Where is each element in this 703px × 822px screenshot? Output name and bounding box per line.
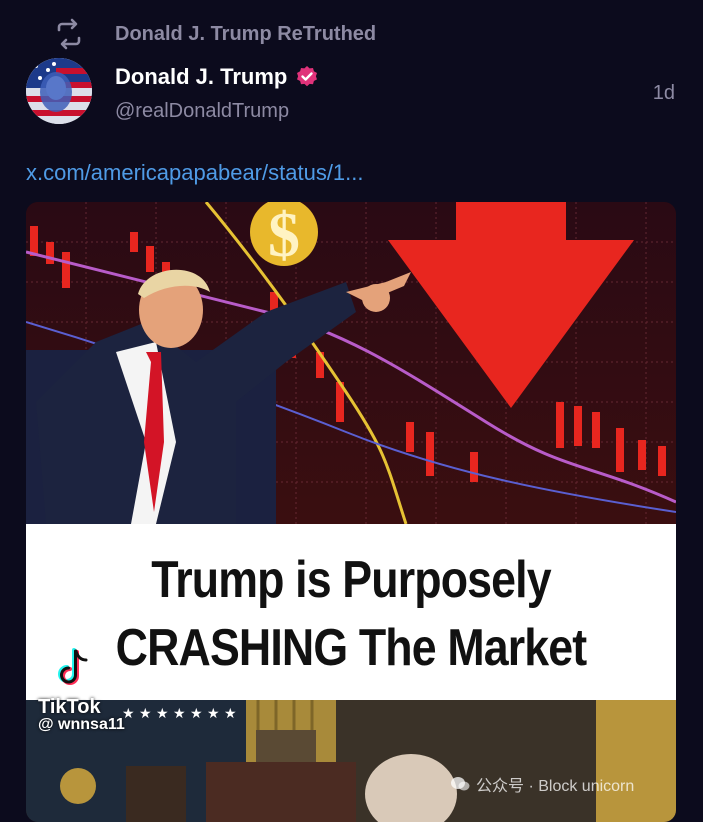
watermark-text: 公众号 · Block unicorn xyxy=(476,778,635,795)
caption-line-2: CRASHING The Market xyxy=(115,619,588,677)
watermark: 公众号 · Block unicorn xyxy=(450,772,634,796)
wechat-icon xyxy=(451,777,470,791)
svg-text:$: $ xyxy=(268,202,300,270)
retruth-icon xyxy=(57,18,81,50)
caption-band: Trump is Purposely CRASHING The Market xyxy=(26,524,676,700)
author-handle[interactable]: @realDonaldTrump xyxy=(115,100,289,123)
author-name[interactable]: Donald J. Trump xyxy=(115,64,287,90)
avatar[interactable] xyxy=(26,58,92,124)
retruth-label[interactable]: Donald J. Trump ReTruthed xyxy=(115,23,376,46)
post-link[interactable]: x.com/americapapabear/status/1... xyxy=(26,160,364,186)
market-crash-image: $ xyxy=(26,202,676,524)
avatar-image xyxy=(26,58,92,124)
post-timestamp[interactable]: 1d xyxy=(653,82,675,105)
caption-line-1: Trump is Purposely xyxy=(151,551,551,609)
post-media[interactable]: $ Trump is Purposely CRASHING The Market xyxy=(26,202,676,822)
svg-text:★ ★ ★ ★ ★ ★ ★: ★ ★ ★ ★ ★ ★ ★ xyxy=(122,706,237,722)
tiktok-logo-icon xyxy=(58,648,88,685)
tiktok-username: @ wnnsa11 xyxy=(38,716,125,733)
retruth-header: Donald J. Trump ReTruthed xyxy=(53,18,376,50)
verified-badge-icon xyxy=(297,66,318,87)
author-name-row: Donald J. Trump xyxy=(115,64,319,90)
